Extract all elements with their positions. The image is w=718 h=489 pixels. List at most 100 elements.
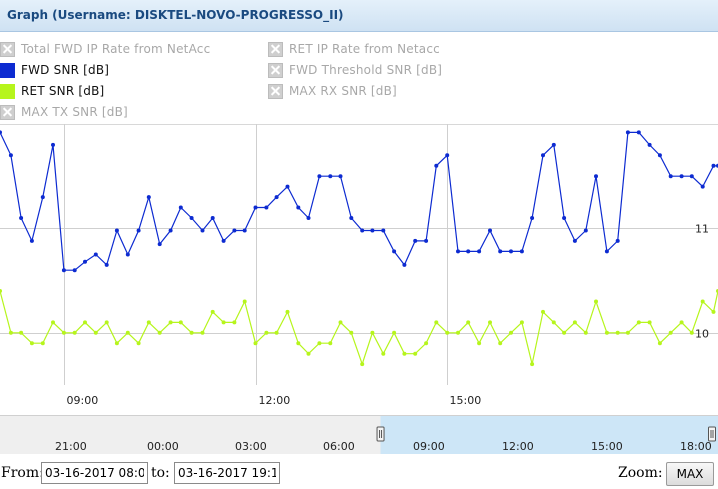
data-point[interactable]	[519, 320, 524, 325]
data-point[interactable]	[114, 341, 119, 346]
data-point[interactable]	[625, 330, 630, 335]
data-point[interactable]	[541, 309, 545, 314]
data-point[interactable]	[402, 262, 407, 267]
range-navigator[interactable]: 21:00 00:00 03:00 06:00 09:00 12:00 15:00 18:00	[0, 415, 718, 454]
data-point[interactable]	[0, 130, 2, 135]
legend-toggle-icon[interactable]	[268, 41, 283, 57]
data-point[interactable]	[370, 330, 375, 335]
data-point[interactable]	[0, 289, 2, 293]
data-point[interactable]	[625, 130, 630, 135]
data-point[interactable]	[306, 216, 311, 220]
zoom-max-button[interactable]: MAX	[666, 462, 714, 486]
data-point[interactable]	[104, 262, 109, 267]
data-point[interactable]	[456, 249, 460, 254]
legend-toggle-icon[interactable]	[268, 62, 283, 78]
data-point[interactable]	[413, 351, 418, 356]
data-point[interactable]	[83, 320, 87, 325]
legend-item-fwd-threshold-snr[interactable]: FWD Threshold SNR [dB]	[268, 61, 442, 79]
data-point[interactable]	[488, 320, 492, 325]
data-point[interactable]	[498, 341, 503, 346]
data-point[interactable]	[264, 205, 269, 210]
data-point[interactable]	[242, 299, 247, 304]
legend-item-max-tx-snr[interactable]: MAX TX SNR [dB]	[0, 103, 128, 121]
legend-item-ret-ip-rate[interactable]: RET IP Rate from Netacc	[268, 40, 440, 58]
legend-item-total-fwd-ip-rate[interactable]: Total FWD IP Rate from NetAcc	[0, 40, 210, 58]
data-point[interactable]	[306, 351, 311, 356]
data-point[interactable]	[551, 142, 556, 147]
data-point[interactable]	[392, 249, 397, 254]
data-point[interactable]	[711, 163, 716, 168]
data-point[interactable]	[210, 216, 215, 220]
data-point[interactable]	[242, 228, 247, 233]
data-point[interactable]	[509, 249, 513, 254]
data-point[interactable]	[61, 268, 66, 273]
data-point[interactable]	[93, 330, 98, 335]
data-point[interactable]	[221, 320, 226, 325]
data-point[interactable]	[285, 184, 290, 189]
data-point[interactable]	[424, 238, 429, 243]
data-point[interactable]	[210, 309, 215, 314]
data-point[interactable]	[29, 238, 34, 243]
data-point[interactable]	[370, 228, 375, 233]
data-point[interactable]	[264, 330, 269, 335]
data-point[interactable]	[200, 330, 205, 335]
data-point[interactable]	[689, 330, 694, 335]
data-point[interactable]	[168, 228, 173, 233]
data-point[interactable]	[189, 330, 194, 335]
data-point[interactable]	[711, 309, 716, 314]
data-point[interactable]	[146, 320, 151, 325]
data-point[interactable]	[477, 249, 482, 254]
data-point[interactable]	[434, 320, 439, 325]
data-point[interactable]	[583, 330, 588, 335]
data-point[interactable]	[349, 216, 354, 220]
data-point[interactable]	[232, 320, 237, 325]
data-point[interactable]	[51, 142, 55, 147]
data-point[interactable]	[530, 216, 535, 220]
data-point[interactable]	[679, 320, 684, 325]
from-date-input[interactable]	[41, 462, 148, 484]
data-point[interactable]	[381, 228, 386, 233]
data-point[interactable]	[157, 242, 162, 247]
data-point[interactable]	[572, 238, 577, 243]
data-point[interactable]	[200, 228, 205, 233]
data-point[interactable]	[285, 309, 290, 314]
data-point[interactable]	[19, 330, 24, 335]
data-point[interactable]	[583, 228, 588, 233]
handle-grip[interactable]	[708, 426, 716, 442]
data-point[interactable]	[296, 341, 301, 346]
data-point[interactable]	[424, 341, 429, 346]
data-point[interactable]	[72, 268, 77, 273]
data-point[interactable]	[136, 341, 141, 346]
data-point[interactable]	[572, 320, 577, 325]
data-point[interactable]	[604, 330, 609, 335]
data-point[interactable]	[8, 153, 13, 158]
legend-color-swatch[interactable]	[0, 83, 15, 99]
navigator-handle[interactable]	[708, 426, 716, 442]
data-point[interactable]	[83, 259, 87, 264]
data-point[interactable]	[647, 142, 652, 147]
data-point[interactable]	[636, 320, 641, 325]
data-point[interactable]	[689, 174, 694, 179]
data-point[interactable]	[647, 320, 652, 325]
data-point[interactable]	[296, 205, 301, 210]
handle-grip[interactable]	[376, 426, 385, 442]
data-point[interactable]	[541, 153, 545, 158]
data-point[interactable]	[274, 195, 279, 200]
to-date-input[interactable]	[174, 462, 280, 484]
data-point[interactable]	[349, 330, 354, 335]
data-point[interactable]	[360, 362, 365, 367]
data-point[interactable]	[253, 205, 258, 210]
data-point[interactable]	[668, 174, 673, 179]
data-point[interactable]	[509, 330, 513, 335]
data-point[interactable]	[93, 252, 98, 257]
data-point[interactable]	[136, 228, 141, 233]
data-point[interactable]	[657, 153, 662, 158]
data-point[interactable]	[381, 351, 386, 356]
data-point[interactable]	[317, 341, 322, 346]
data-point[interactable]	[434, 163, 439, 168]
data-point[interactable]	[146, 195, 151, 200]
legend-color-swatch[interactable]	[0, 62, 15, 78]
data-point[interactable]	[19, 216, 24, 220]
data-point[interactable]	[61, 330, 66, 335]
data-point[interactable]	[402, 351, 407, 356]
